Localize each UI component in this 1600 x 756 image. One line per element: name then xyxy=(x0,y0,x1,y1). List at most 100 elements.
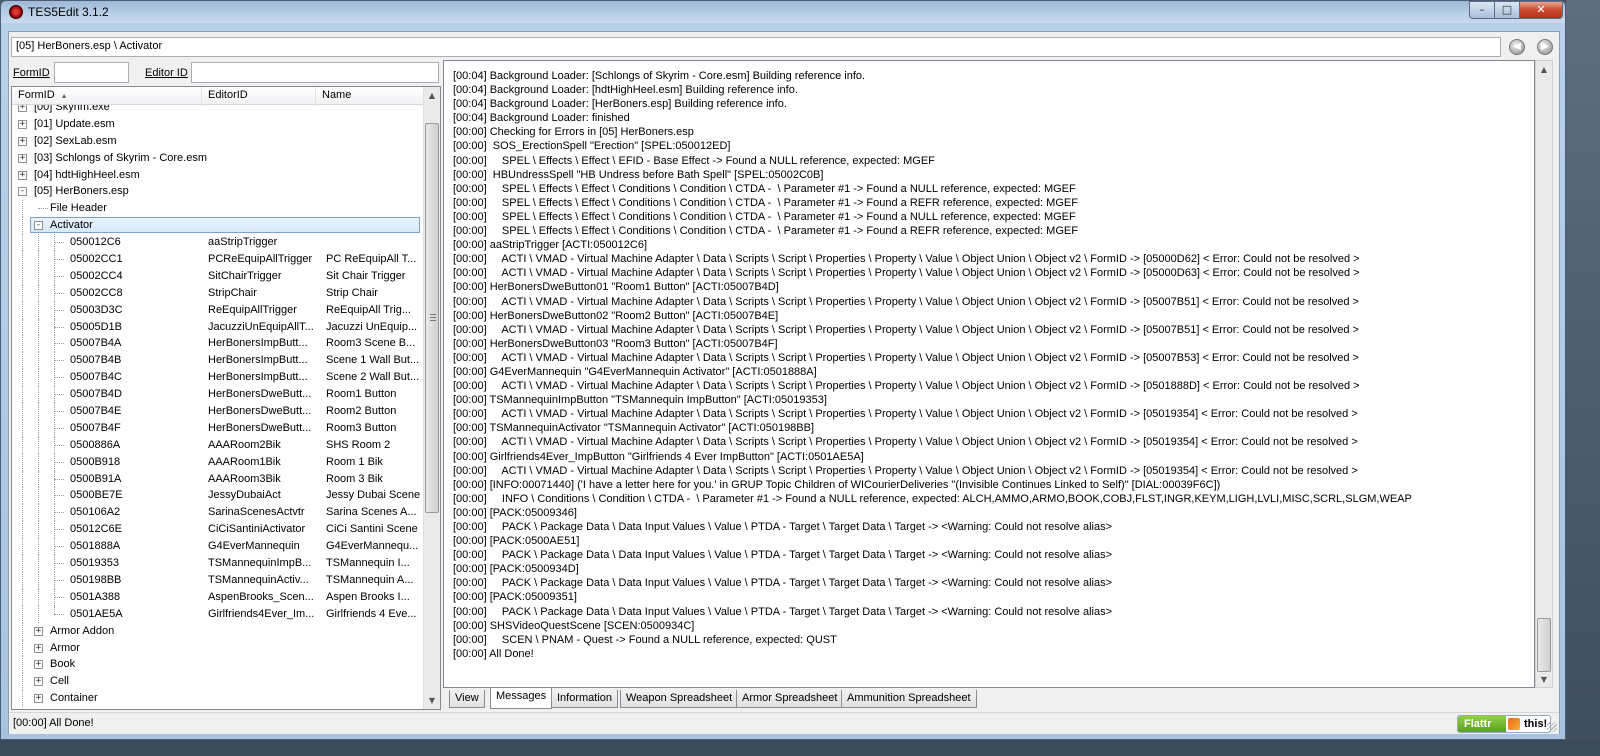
minimize-button[interactable]: – xyxy=(1469,1,1495,19)
messages-panel[interactable]: [00:04] Background Loader: [Schlongs of … xyxy=(443,60,1535,688)
tab-messages[interactable]: Messages xyxy=(490,688,553,709)
tree-row[interactable]: 05007B4E HerBonersDweButt... Room2 Button xyxy=(12,403,424,420)
message-line: [00:00] ACTI \ VMAD - Virtual Machine Ad… xyxy=(453,267,1360,280)
arrow-right-icon[interactable]: ▶ xyxy=(1537,39,1553,55)
tree-row[interactable]: 0500B918 AAARoom1Bik Room 1 Bik xyxy=(12,453,424,471)
cell-name: CiCi Santini Scene xyxy=(326,523,418,536)
message-line: [00:00] SCEN \ PNAM - Quest -> Found a N… xyxy=(453,633,837,646)
tree-row[interactable]: 0501AE5A Girlfriends4Ever_Im... Girlfriend… xyxy=(12,605,424,623)
tree-row[interactable]: + Book xyxy=(12,656,424,674)
tree-row[interactable]: 05002CC1 PCReEquipAllTrigger PC ReEquipAll… xyxy=(12,251,424,268)
scroll-up-icon[interactable]: ▲ xyxy=(1536,61,1552,78)
tree-row[interactable]: 05005D1B JacuzziUnEquipAllT... Jacuzzi UnE… xyxy=(12,318,424,336)
tree-scrollbar[interactable]: ▲ ▼ xyxy=(423,87,440,709)
tree-row[interactable]: 05012C6E CiCiSantiniActivator CiCi Santini… xyxy=(12,521,424,539)
tree-row[interactable]: + Armor Addon xyxy=(12,622,424,640)
tab-weapon-spreadsheet[interactable]: Weapon Spreadsheet xyxy=(620,690,739,708)
cell-formid: [03] Schlongs of Skyrim - Core.esm xyxy=(34,151,208,164)
tree-row[interactable]: 05002CC4 SitChairTrigger Sit Chair Trigger xyxy=(12,267,424,285)
tree-row[interactable]: 0500B91A AAARoom3Bik Room 3 Bik xyxy=(12,470,424,488)
tree-row[interactable]: 050106A2 SarinaScenesActvtr Sarina Scenes … xyxy=(12,504,424,522)
tree-row[interactable]: 0500BE7E JessyDubaiAct Jessy Dubai Scene xyxy=(12,487,424,505)
message-line: [00:00] PACK \ Package Data \ Data Input… xyxy=(453,605,1113,618)
cell-name: Strip Chair xyxy=(326,286,378,299)
message-line: [00:00] PACK \ Package Data \ Data Input… xyxy=(453,549,1113,562)
scroll-thumb[interactable] xyxy=(1537,618,1551,672)
tree-row[interactable]: - [05] HerBoners.esp xyxy=(12,183,424,200)
expand-icon[interactable]: + xyxy=(18,105,27,112)
tree-row[interactable]: 0501888A G4EverMannequin G4EverMannequ... xyxy=(12,538,424,556)
tree-body: + [00] Skyrim.exe + [01] Update.esm + [02] Se… xyxy=(12,105,424,709)
expand-icon[interactable]: + xyxy=(34,660,43,670)
expand-icon[interactable]: + xyxy=(18,119,27,129)
tree-row[interactable]: - Activator xyxy=(12,217,424,235)
tree-row[interactable]: + [02] SexLab.esm xyxy=(12,133,424,150)
expand-icon[interactable]: + xyxy=(34,643,43,653)
expand-icon[interactable]: + xyxy=(18,136,27,146)
collapse-icon[interactable]: - xyxy=(34,221,43,231)
editorid-filter-input[interactable] xyxy=(191,62,439,83)
expand-icon[interactable]: + xyxy=(34,694,43,704)
tree-row[interactable]: 05007B4A HerBonersImpButt... Room3 Scene B… xyxy=(12,335,424,353)
expand-icon[interactable]: + xyxy=(34,626,43,636)
app-icon[interactable] xyxy=(9,5,23,19)
cell-editorid: AAARoom3Bik xyxy=(208,472,281,485)
tree-row[interactable]: 05003D3C ReEquipAllTrigger ReEquipAll Trig… xyxy=(12,301,424,319)
tree-row[interactable]: 05007B4B HerBonersImpButt... Scene 1 Wall … xyxy=(12,352,424,370)
messages-scrollbar[interactable]: ▲ ▼ xyxy=(1535,60,1553,688)
column-header-editorid[interactable]: EditorID xyxy=(202,87,316,105)
tree-row[interactable]: 050198BB TSMannequinActiv... TSMannequin A… xyxy=(12,571,424,589)
tree-row[interactable]: 05007B4D HerBonersDweButt... Room1 Button xyxy=(12,386,424,404)
record-tree[interactable]: FormID ▲ EditorID Name + [00] Skyrim.exe + [… xyxy=(11,86,441,710)
scroll-up-icon[interactable]: ▲ xyxy=(424,87,440,104)
scroll-down-icon[interactable]: ▼ xyxy=(1536,671,1552,688)
tab-view[interactable]: View xyxy=(449,690,485,708)
cell-name: G4EverMannequ... xyxy=(326,540,419,553)
tree-row[interactable]: + Armor xyxy=(12,639,424,657)
cell-editorid: ReEquipAllTrigger xyxy=(208,303,297,316)
tree-row[interactable]: 05007B4F HerBonersDweButt... Room3 Button xyxy=(12,419,424,437)
expand-icon[interactable]: + xyxy=(18,153,27,163)
resize-grip-icon[interactable] xyxy=(1547,722,1557,732)
column-header-formid[interactable]: FormID ▲ xyxy=(12,87,202,105)
tree-row[interactable]: + Container xyxy=(12,690,424,708)
formid-filter-input[interactable] xyxy=(54,62,129,83)
maximize-button[interactable]: □ xyxy=(1494,1,1520,19)
message-line: [00:00] ACTI \ VMAD - Virtual Machine Ad… xyxy=(453,323,1359,336)
tree-row[interactable]: + [03] Schlongs of Skyrim - Core.esm xyxy=(12,150,424,167)
tree-row[interactable]: 0500886A AAARoom2Bik SHS Room 2 xyxy=(12,436,424,454)
tree-row[interactable]: 05007B4C HerBonersImpButt... Scene 2 Wall … xyxy=(12,369,424,387)
tree-row[interactable]: + [04] hdtHighHeel.esm xyxy=(12,167,424,184)
tree-row[interactable]: + [00] Skyrim.exe xyxy=(12,105,424,116)
tree-row[interactable]: File Header xyxy=(12,200,424,218)
tree-row[interactable]: 05019353 TSMannequinImpB... TSMannequin I.… xyxy=(12,555,424,572)
collapse-icon[interactable]: - xyxy=(18,187,27,197)
close-button[interactable]: ✕ xyxy=(1519,1,1563,19)
message-line: [00:00] All Done! xyxy=(453,647,534,660)
tab-ammunition-spreadsheet[interactable]: Ammunition Spreadsheet xyxy=(841,690,977,708)
tree-row[interactable]: 0501A388 AspenBrooks_Scen... Aspen Brooks … xyxy=(12,588,424,606)
expand-icon[interactable]: + xyxy=(18,170,27,180)
arrow-left-icon[interactable]: ◀ xyxy=(1509,39,1525,55)
cell-formid: 05003D3C xyxy=(70,303,123,316)
flattr-button[interactable]: Flattr this! xyxy=(1457,715,1551,733)
cell-name: SHS Room 2 xyxy=(326,438,391,451)
filter-row: FormID Editor ID xyxy=(11,62,441,84)
column-header-name[interactable]: Name xyxy=(316,87,424,105)
path-field[interactable]: [05] HerBoners.esp \ Activator xyxy=(11,37,1501,57)
message-line: [00:00] ACTI \ VMAD - Virtual Machine Ad… xyxy=(453,464,1358,477)
tree-row[interactable]: 050012C6 aaStripTrigger xyxy=(12,234,424,252)
editorid-filter-label: Editor ID xyxy=(145,67,188,79)
title-bar[interactable]: TES5Edit 3.1.2 – □ ✕ xyxy=(1,1,1565,23)
expand-icon[interactable]: + xyxy=(34,677,43,687)
scroll-thumb[interactable] xyxy=(425,123,439,513)
scroll-down-icon[interactable]: ▼ xyxy=(424,692,440,709)
tree-row[interactable]: + [01] Update.esm xyxy=(12,116,424,133)
tab-armor-spreadsheet[interactable]: Armor Spreadsheet xyxy=(736,690,844,708)
tree-header: FormID ▲ EditorID Name xyxy=(12,87,424,105)
cell-formid: 05019353 xyxy=(70,557,119,570)
tree-row[interactable]: 05002CC8 StripChair Strip Chair xyxy=(12,284,424,302)
tab-information[interactable]: Information xyxy=(551,690,619,708)
client-area: [05] HerBoners.esp \ Activator ◀ ▶ FormI… xyxy=(8,31,1560,734)
tree-row[interactable]: + Cell xyxy=(12,673,424,691)
